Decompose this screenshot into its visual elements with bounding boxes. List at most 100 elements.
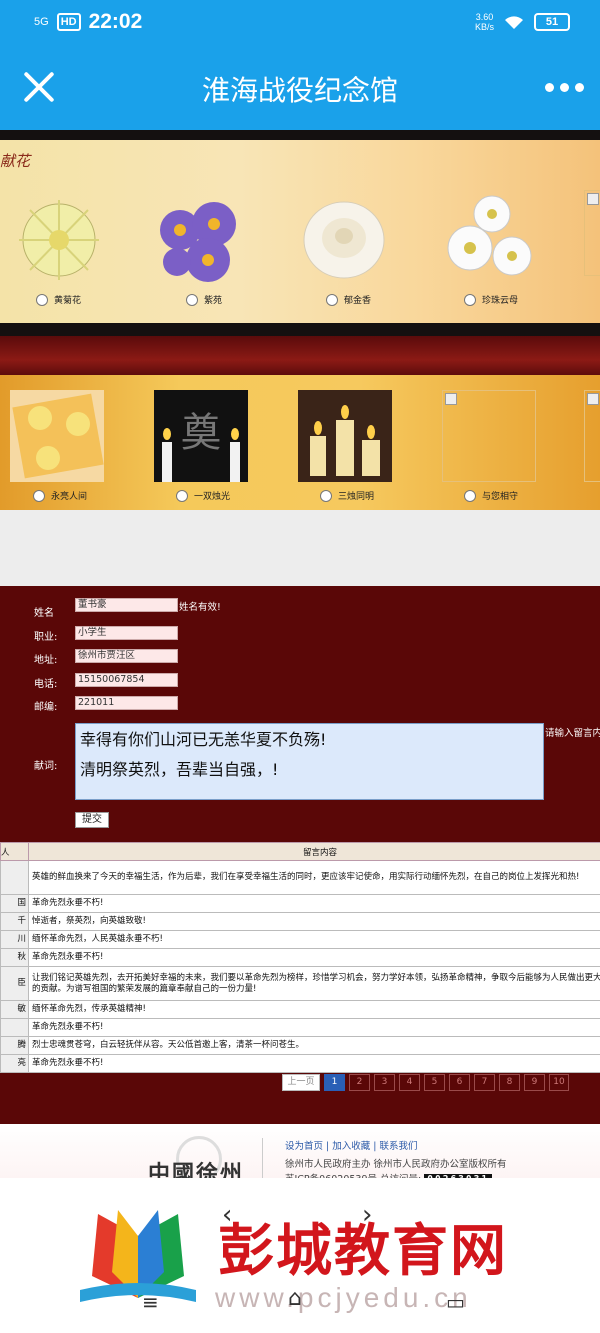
radio-button[interactable]	[326, 293, 338, 306]
status-bar: 5G HD 22:02 3.60 KB/s 51	[0, 0, 600, 45]
book-logo-icon	[80, 1210, 196, 1302]
option-label: 珍珠云母	[482, 296, 519, 306]
table-row: 川缅怀革命先烈，人民英雄永垂不朽!	[0, 930, 600, 949]
candle-selection-panel: 永亮人间 奠 一双烛光 三烛同明 与您相守	[0, 375, 600, 510]
table-row: 臣让我们铭记英雄先烈，去开拓美好幸福的未来，我们要以革命先烈为榜样，珍惜学习机会…	[0, 966, 600, 1001]
page-7-button[interactable]: 7	[474, 1074, 495, 1091]
flower-option-4[interactable]: 珍珠云母	[464, 293, 518, 306]
message-line-2: 清明祭英烈，吾辈当自强，!	[80, 760, 279, 779]
option-label: 紫苑	[204, 296, 223, 306]
flower-selection-panel: 献花 黄菊花 紫苑 郁金香 珍珠云母	[0, 140, 600, 323]
option-label: 与您相守	[482, 492, 519, 502]
page-1-button[interactable]: 1	[324, 1074, 345, 1091]
row-content: 革命先烈永垂不朽!	[28, 948, 600, 967]
table-row: 国革命先烈永垂不朽!	[0, 894, 600, 913]
flower-option-3[interactable]: 郁金香	[326, 293, 371, 306]
two-candles-image: 奠	[154, 390, 248, 482]
message-form: 姓名 董书豪 姓名有效! 职业: 小学生 地址: 徐州市贾汪区 电话: 1515…	[0, 586, 600, 840]
aster-image	[160, 202, 236, 282]
option-label: 一双烛光	[194, 492, 231, 502]
page-3-button[interactable]: 3	[374, 1074, 395, 1091]
page-title: 淮海战役纪念馆	[201, 74, 398, 107]
row-content: 让我们铭记英雄先烈，去开拓美好幸福的未来，我们要以革命先烈为榜样，珍惜学习机会，…	[28, 966, 600, 1001]
row-content: 烈士忠魂贯苍穹，白云轻抚伴从容。天公低首邀上客，清茶一杯问苍生。	[28, 1036, 600, 1055]
page-2-button[interactable]: 2	[349, 1074, 370, 1091]
forward-icon[interactable]: ›	[362, 1200, 372, 1230]
table-row: 亮革命先烈永垂不朽!	[0, 1054, 600, 1073]
address-label: 地址:	[34, 655, 58, 666]
pagination: 上一页 1 2 3 4 5 6 7 8 9 10	[282, 1074, 569, 1091]
radio-button[interactable]	[36, 293, 48, 306]
prev-page-button[interactable]: 上一页	[282, 1074, 320, 1091]
row-author: 敏	[0, 1000, 29, 1019]
broken-image	[584, 390, 600, 482]
candle-option-2[interactable]: 一双烛光	[176, 489, 230, 502]
clock: 22:02	[88, 10, 143, 33]
candle-cake-image	[10, 390, 104, 482]
radio-button[interactable]	[33, 489, 45, 502]
message-list: 人 留言内容 英雄的鲜血换来了今天的幸福生活，作为后辈，我们在享受幸福生活的同时…	[0, 840, 600, 1124]
option-label: 永亮人间	[51, 492, 88, 502]
address-field[interactable]: 徐州市贾汪区	[75, 649, 178, 663]
message-table: 人 留言内容 英雄的鲜血换来了今天的幸福生活，作为后辈，我们在享受幸福生活的同时…	[0, 842, 600, 1073]
name-valid-hint: 姓名有效!	[179, 602, 221, 613]
option-label: 郁金香	[344, 296, 372, 306]
page-4-button[interactable]: 4	[399, 1074, 420, 1091]
table-row: 英雄的鲜血换来了今天的幸福生活，作为后辈，我们在享受幸福生活的同时，更应该牢记使…	[0, 860, 600, 895]
flower-option-2[interactable]: 紫苑	[186, 293, 222, 306]
page-5-button[interactable]: 5	[424, 1074, 445, 1091]
message-line-1: 幸得有你们山河已无恙华夏不负殇!	[80, 730, 327, 749]
row-author: 腾	[0, 1036, 29, 1055]
zip-field[interactable]: 221011	[75, 696, 178, 710]
row-author: 千	[0, 912, 29, 931]
table-row: 千悼逝者，祭英烈，向英雄致敬!	[0, 912, 600, 931]
table-row: 秋革命先烈永垂不朽!	[0, 948, 600, 967]
row-content: 缅怀革命先烈，人民英雄永垂不朽!	[28, 930, 600, 949]
radio-button[interactable]	[464, 293, 476, 306]
tabs-icon[interactable]: ▭	[446, 1290, 465, 1314]
phone-field[interactable]: 15150067854	[75, 673, 178, 687]
page-6-button[interactable]: 6	[449, 1074, 470, 1091]
column-header-content: 留言内容	[28, 842, 600, 861]
message-textarea[interactable]: 幸得有你们山河已无恙华夏不负殇! 清明祭英烈，吾辈当自强，!	[75, 723, 544, 800]
message-hint: 请输入留言内	[545, 728, 600, 739]
more-menu-icon[interactable]	[545, 83, 584, 92]
phone-label: 电话:	[34, 679, 58, 690]
page-10-button[interactable]: 10	[549, 1074, 569, 1091]
radio-button[interactable]	[186, 293, 198, 306]
name-label: 姓名	[34, 608, 54, 619]
table-row: 革命先烈永垂不朽!	[0, 1018, 600, 1037]
battery-icon: 51	[534, 13, 570, 31]
flower-header: 献花	[0, 152, 31, 170]
wifi-icon	[505, 16, 523, 29]
net-speed: 3.60 KB/s	[475, 12, 494, 32]
page-8-button[interactable]: 8	[499, 1074, 520, 1091]
title-bar: 淮海战役纪念馆	[0, 45, 600, 130]
hd-badge: HD	[56, 13, 81, 31]
radio-button[interactable]	[464, 489, 476, 502]
job-label: 职业:	[34, 632, 58, 643]
row-author: 秋	[0, 948, 29, 967]
daisy-image	[447, 195, 532, 276]
chrysanthemum-image	[19, 200, 99, 280]
page-9-button[interactable]: 9	[524, 1074, 545, 1091]
radio-button[interactable]	[320, 489, 332, 502]
row-content: 革命先烈永垂不朽!	[28, 1018, 600, 1037]
home-icon[interactable]: ⌂	[288, 1286, 302, 1311]
submit-button[interactable]: 提交	[75, 812, 109, 828]
footer-links[interactable]: 设为首页 | 加入收藏 | 联系我们	[285, 1138, 417, 1152]
back-icon[interactable]: ‹	[222, 1200, 232, 1230]
net-speed-unit: KB/s	[474, 22, 494, 32]
candle-header-band	[0, 336, 600, 376]
broken-image	[442, 390, 536, 482]
name-field[interactable]: 董书豪	[75, 598, 178, 612]
job-field[interactable]: 小学生	[75, 626, 178, 640]
candle-option-3[interactable]: 三烛同明	[320, 489, 374, 502]
candle-option-1[interactable]: 永亮人间	[33, 489, 87, 502]
flower-option-1[interactable]: 黄菊花	[36, 293, 81, 306]
row-content: 革命先烈永垂不朽!	[28, 1054, 600, 1073]
menu-icon[interactable]: ≡	[142, 1290, 159, 1314]
divider	[0, 323, 600, 336]
radio-button[interactable]	[176, 489, 188, 502]
candle-option-4[interactable]: 与您相守	[464, 489, 518, 502]
